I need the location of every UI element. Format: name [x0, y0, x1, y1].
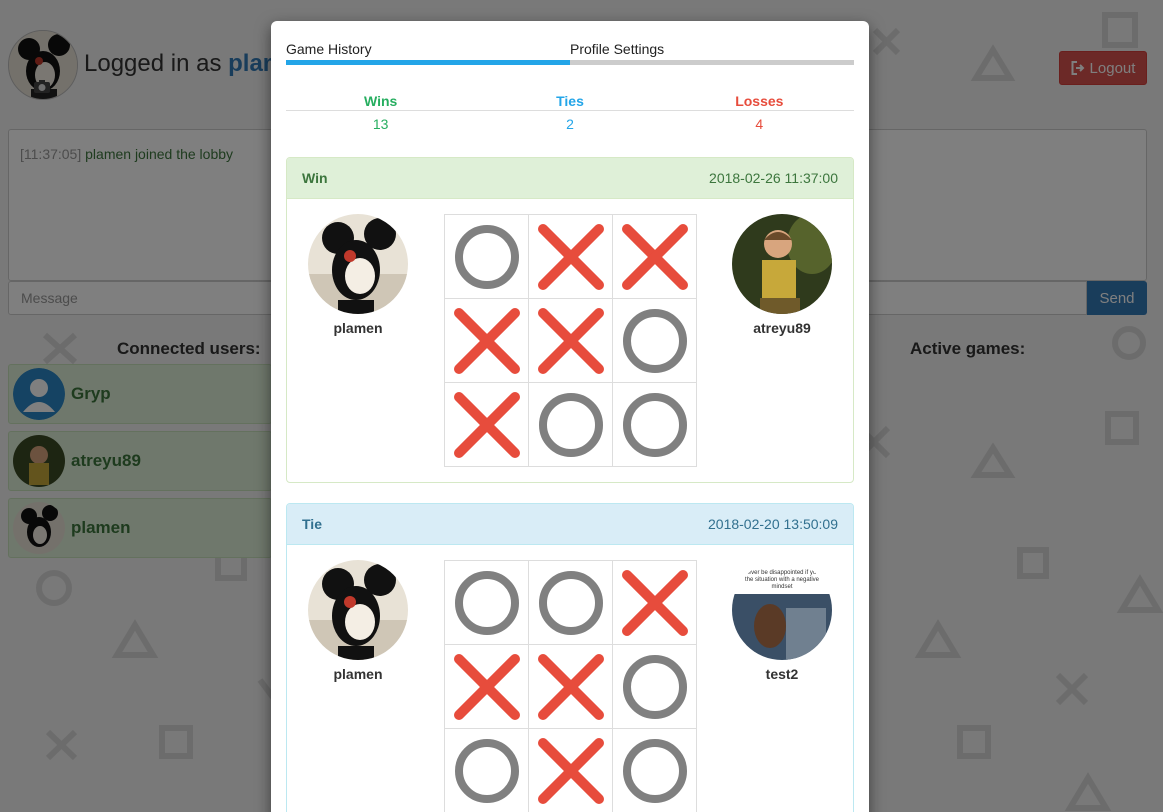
game-history-item: Tie 2018-02-20 13:50:09 plamen never be … [286, 503, 854, 812]
o-mark-icon [622, 738, 687, 803]
x-mark-icon [453, 391, 520, 458]
svg-text:the situation with a negative: the situation with a negative [745, 577, 820, 583]
x-mark-icon [453, 307, 520, 374]
o-mark-icon [622, 308, 687, 373]
player-avatar [308, 560, 408, 660]
wins-label: Wins [364, 93, 398, 109]
board-cell [445, 729, 529, 812]
x-mark-icon [537, 223, 604, 290]
player-avatar: never be disappointed if you the situati… [732, 560, 832, 660]
x-mark-icon [537, 653, 604, 720]
x-mark-icon [621, 569, 688, 636]
game-result: Win [302, 170, 328, 186]
game-result: Tie [302, 516, 322, 532]
tab-progress-active [286, 60, 570, 65]
board-cell [613, 645, 697, 729]
o-mark-icon [538, 570, 603, 635]
profile-modal: Game History Profile Settings Wins Ties … [271, 21, 869, 812]
board-cell [613, 215, 697, 299]
game-date: 2018-02-20 13:50:09 [708, 516, 838, 532]
player-one: plamen [308, 560, 408, 682]
game-date: 2018-02-26 11:37:00 [709, 170, 838, 186]
board-cell [529, 561, 613, 645]
player-name: plamen [333, 320, 383, 336]
player-avatar [308, 214, 408, 314]
board-cell [445, 561, 529, 645]
x-mark-icon [537, 307, 604, 374]
tab-game-history[interactable]: Game History [286, 41, 372, 57]
svg-text:mindset: mindset [771, 584, 792, 590]
board-cell [445, 645, 529, 729]
svg-text:never be disappointed if you: never be disappointed if you [744, 570, 819, 576]
game-board [444, 560, 697, 812]
o-mark-icon [454, 224, 519, 289]
board-cell [445, 299, 529, 383]
player-two: never be disappointed if you the situati… [732, 560, 832, 682]
player-one: plamen [308, 214, 408, 336]
player-name: test2 [765, 666, 799, 682]
x-mark-icon [453, 653, 520, 720]
x-mark-icon [621, 223, 688, 290]
board-cell [445, 215, 529, 299]
board-cell [445, 383, 529, 467]
o-mark-icon [454, 570, 519, 635]
board-cell [529, 645, 613, 729]
player-name: plamen [333, 666, 383, 682]
tab-profile-settings[interactable]: Profile Settings [570, 41, 664, 57]
board-cell [529, 729, 613, 812]
game-board [444, 214, 697, 467]
board-cell [613, 299, 697, 383]
o-mark-icon [622, 392, 687, 457]
ties-label: Ties [556, 93, 584, 109]
player-avatar [732, 214, 832, 314]
game-history-item: Win 2018-02-26 11:37:00 plamen atreyu89 [286, 157, 854, 483]
o-mark-icon [454, 738, 519, 803]
board-cell [613, 383, 697, 467]
board-cell [529, 215, 613, 299]
board-cell [529, 299, 613, 383]
wins-count: 13 [372, 116, 389, 132]
board-cell [613, 561, 697, 645]
losses-count: 4 [755, 116, 764, 132]
stats-table: Wins Ties Losses 13 2 4 [286, 93, 854, 132]
o-mark-icon [538, 392, 603, 457]
ties-count: 2 [566, 116, 574, 132]
x-mark-icon [537, 737, 604, 804]
losses-label: Losses [735, 93, 784, 109]
player-two: atreyu89 [732, 214, 832, 336]
board-cell [529, 383, 613, 467]
player-name: atreyu89 [753, 320, 811, 336]
o-mark-icon [622, 654, 687, 719]
board-cell [613, 729, 697, 812]
